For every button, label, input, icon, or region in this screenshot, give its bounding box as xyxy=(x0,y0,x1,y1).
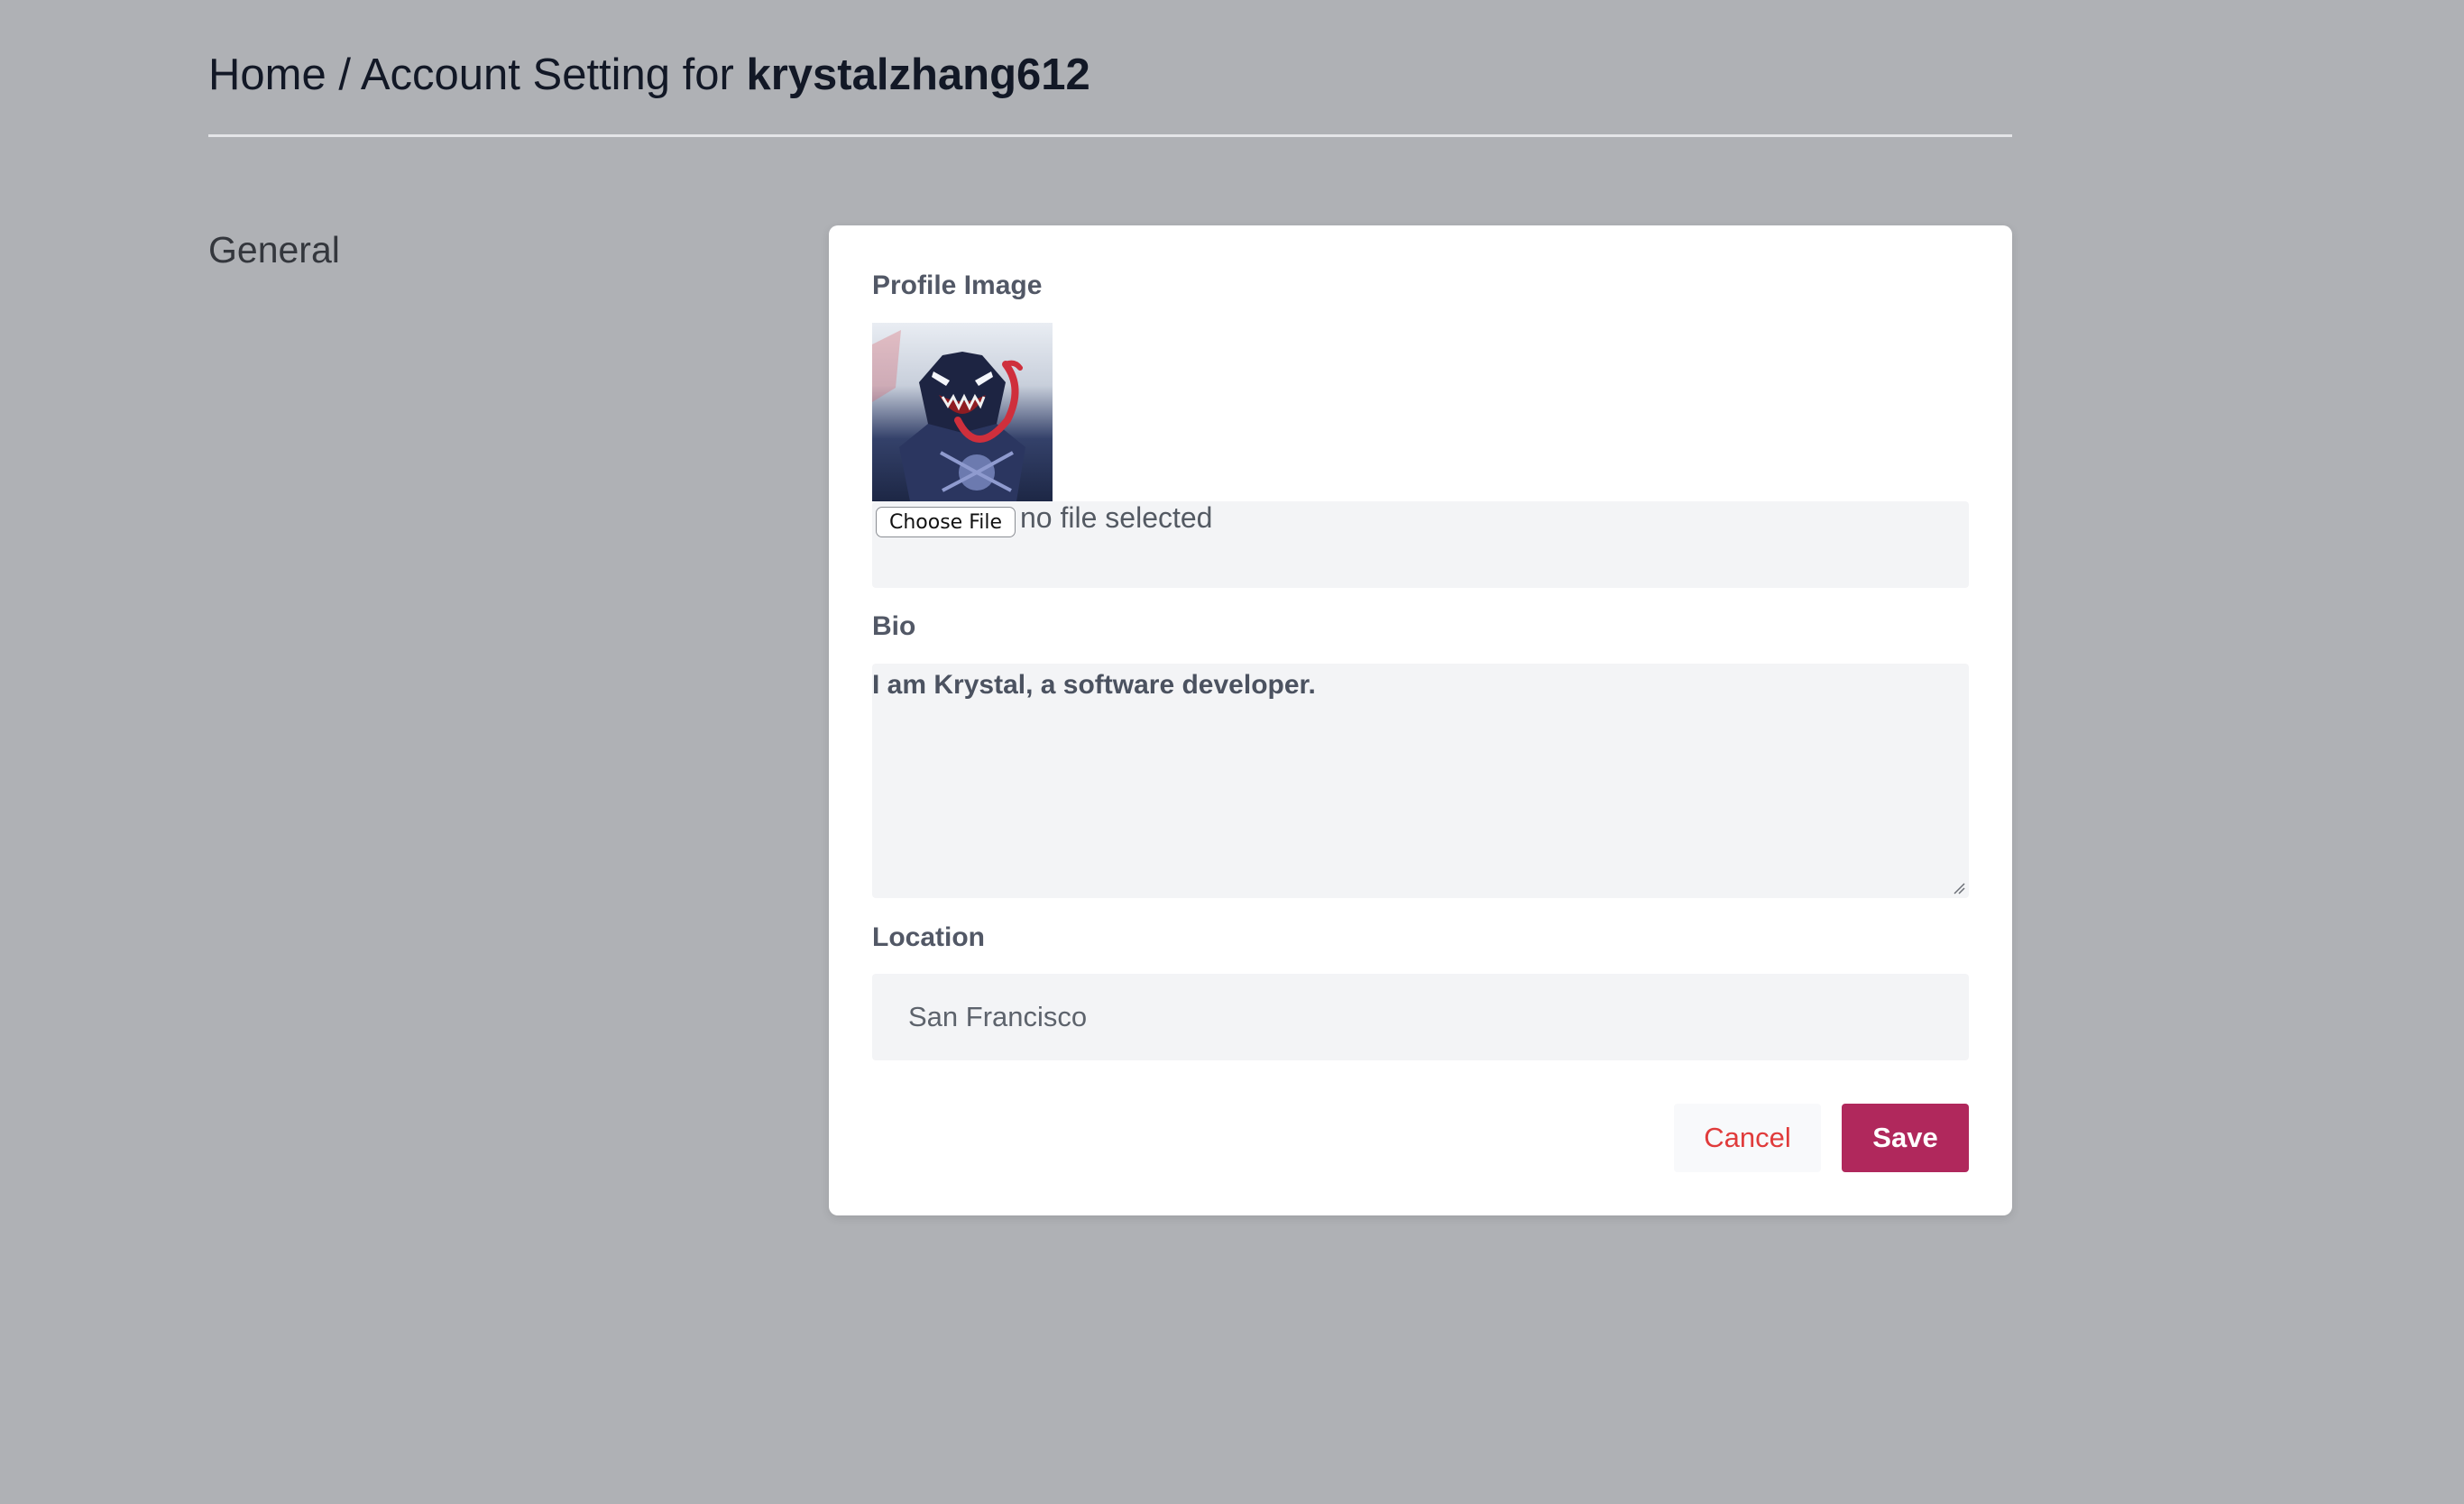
bio-label: Bio xyxy=(872,611,916,641)
breadcrumb: Home / Account Setting for krystalzhang6… xyxy=(208,43,2012,106)
save-button[interactable]: Save xyxy=(1842,1104,1969,1172)
page-header: Home / Account Setting for krystalzhang6… xyxy=(208,43,2012,137)
account-settings-page: Home / Account Setting for krystalzhang6… xyxy=(0,0,2464,1504)
location-input[interactable]: San Francisco xyxy=(872,974,1969,1060)
file-upload-field: Choose File no file selected xyxy=(872,501,1969,588)
breadcrumb-username: krystalzhang612 xyxy=(746,50,1090,99)
profile-avatar-image xyxy=(872,323,1053,501)
venom-avatar-illustration xyxy=(872,323,1053,501)
account-settings-card: Profile Image Choose File no file select… xyxy=(829,225,2012,1215)
resize-grip-icon[interactable] xyxy=(1953,882,1965,894)
choose-file-button[interactable]: Choose File xyxy=(876,507,1016,537)
location-value: San Francisco xyxy=(908,1001,1088,1032)
breadcrumb-prefix: Home / Account Setting for xyxy=(208,50,747,99)
cancel-button[interactable]: Cancel xyxy=(1674,1104,1821,1172)
bio-text: I am Krystal, a software developer. xyxy=(872,670,1316,700)
profile-image-label: Profile Image xyxy=(872,271,1043,300)
location-label: Location xyxy=(872,922,985,952)
bio-textarea[interactable]: I am Krystal, a software developer. xyxy=(872,664,1969,898)
file-status-text: no file selected xyxy=(1020,501,1213,534)
section-title: General xyxy=(208,229,340,271)
